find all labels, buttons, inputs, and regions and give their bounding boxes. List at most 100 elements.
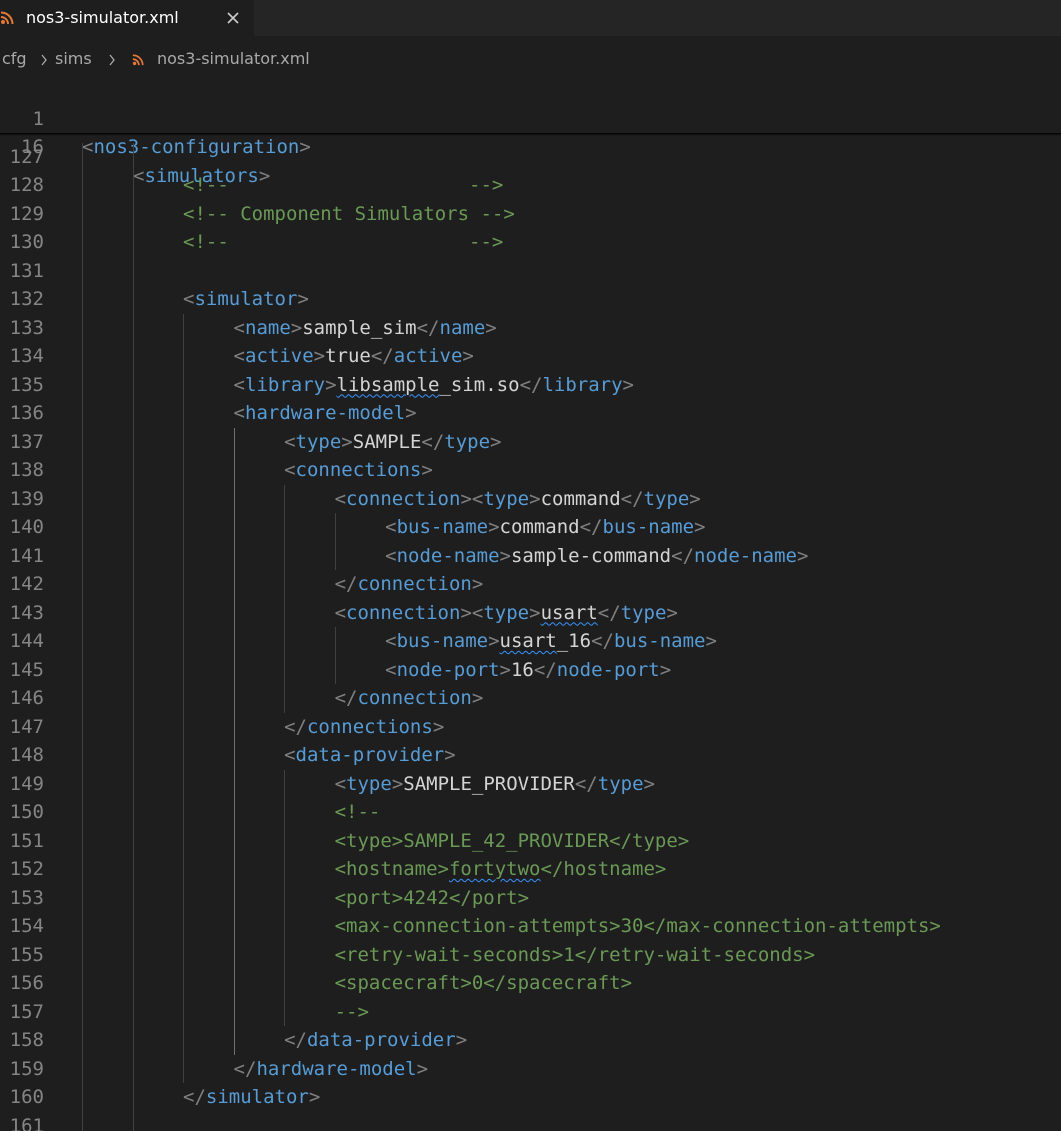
line-number: 152 — [9, 858, 44, 880]
indent-guide — [284, 484, 286, 713]
code-editor[interactable]: nos3-simulator.xml cfg sims nos3-simulat… — [0, 0, 1061, 1131]
code-line[interactable]: 133 <name>sample_sim</name> — [0, 314, 1061, 343]
code-text: --> — [334, 1000, 369, 1023]
code-text: <type>SAMPLE</type> — [284, 430, 502, 453]
code-line[interactable]: 130 <!-- --> — [0, 228, 1061, 257]
code-line[interactable]: 150 <!-- — [0, 798, 1061, 827]
code-line[interactable]: 151 <type>SAMPLE_42_PROVIDER</type> — [0, 827, 1061, 856]
code-line[interactable]: 131 — [0, 257, 1061, 286]
code-text: <spacecraft>0</spacecraft> — [334, 972, 633, 994]
code-line[interactable]: 136 <hardware-model> — [0, 399, 1061, 428]
code-line[interactable]: 147 </connections> — [0, 713, 1061, 742]
line-number: 149 — [9, 772, 44, 795]
code-line[interactable]: 145 <node-port>16</node-port> — [0, 656, 1061, 685]
line-number: 129 — [9, 202, 44, 225]
code-text: <hostname>fortytwo</hostname> — [334, 858, 667, 880]
code-text: <node-name>sample-command</node-name> — [385, 544, 809, 567]
line-number: 130 — [9, 231, 44, 253]
line-number: 146 — [9, 687, 44, 709]
editor-tab[interactable]: nos3-simulator.xml — [0, 0, 254, 36]
rss-icon — [0, 11, 14, 25]
code-line[interactable]: 153 <port>4242</port> — [0, 884, 1061, 913]
code-text: <active>true</active> — [233, 345, 474, 367]
line-number: 147 — [9, 715, 44, 738]
code-text: </connection> — [334, 573, 484, 595]
sticky-line[interactable]: 1 <nos3-configuration> — [0, 76, 1061, 159]
code-text: <library>libsample_sim.so</library> — [233, 373, 634, 396]
line-number: 139 — [9, 487, 44, 510]
indent-guide — [132, 142, 134, 1131]
line-number: 161 — [9, 1114, 44, 1131]
code-line[interactable]: 149 <type>SAMPLE_PROVIDER</type> — [0, 770, 1061, 799]
line-number: 153 — [9, 886, 44, 909]
code-line[interactable]: 146 </connection> — [0, 684, 1061, 713]
code-line[interactable]: 134 <active>true</active> — [0, 342, 1061, 371]
code-text: </simulator> — [183, 1086, 321, 1108]
sticky-scroll-shadow — [0, 133, 1061, 136]
code-line[interactable]: 139 <connection><type>command</type> — [0, 485, 1061, 514]
code-text: </hardware-model> — [233, 1057, 429, 1080]
line-number: 155 — [9, 943, 44, 966]
line-number: 148 — [9, 744, 44, 766]
code-line[interactable]: 159 </hardware-model> — [0, 1055, 1061, 1084]
indent-guide — [82, 142, 83, 1131]
code-text: <data-provider> — [284, 744, 456, 766]
code-line[interactable]: 144 <bus-name>usart_16</bus-name> — [0, 627, 1061, 656]
tab-title: nos3-simulator.xml — [26, 8, 179, 27]
chevron-right-icon — [41, 54, 47, 66]
line-number: 131 — [9, 259, 44, 282]
code-line[interactable]: 156 <spacecraft>0</spacecraft> — [0, 969, 1061, 998]
breadcrumb-item-sims[interactable]: sims — [55, 44, 92, 74]
breadcrumb-item-cfg[interactable]: cfg — [2, 44, 27, 74]
code-line[interactable]: 155 <retry-wait-seconds>1</retry-wait-sec… — [0, 941, 1061, 970]
code-text: <bus-name>usart_16</bus-name> — [385, 630, 717, 652]
code-line[interactable]: 129 <!-- Component Simulators --> — [0, 200, 1061, 229]
chevron-right-icon — [109, 54, 115, 66]
code-text: <max-connection-attempts>30</max-connect… — [334, 915, 941, 937]
code-line[interactable]: 135 <library>libsample_sim.so</library> — [0, 371, 1061, 400]
line-number: 159 — [9, 1057, 44, 1080]
code-line[interactable]: 160 </simulator> — [0, 1083, 1061, 1112]
line-number: 142 — [9, 573, 44, 595]
code-text: <name>sample_sim</name> — [233, 316, 497, 339]
code-line[interactable]: 148 <data-provider> — [0, 741, 1061, 770]
breadcrumb: cfg sims nos3-simulator.xml — [0, 44, 1061, 74]
line-number: 157 — [9, 1000, 44, 1023]
code-text: <connection><type>command</type> — [334, 487, 701, 510]
sticky-line[interactable]: 16 <simulators> — [0, 105, 1061, 187]
code-line[interactable]: 140 <bus-name>command</bus-name> — [0, 513, 1061, 542]
code-line[interactable]: 161 — [0, 1112, 1061, 1131]
code-text: <!-- Component Simulators --> — [183, 202, 515, 225]
line-number: 134 — [9, 345, 44, 367]
line-number: 127 — [9, 145, 44, 168]
code-line[interactable]: 142 </connection> — [0, 570, 1061, 599]
code-text: </connections> — [284, 715, 445, 738]
line-number: 151 — [9, 829, 44, 852]
code-text: <bus-name>command</bus-name> — [385, 516, 706, 538]
code-line[interactable]: 143 <connection><type>usart</type> — [0, 599, 1061, 628]
close-icon[interactable] — [224, 9, 242, 27]
indent-guide — [284, 769, 286, 1026]
line-number: 156 — [9, 972, 44, 994]
rss-icon — [132, 54, 144, 66]
code-line[interactable]: 152 <hostname>fortytwo</hostname> — [0, 855, 1061, 884]
code-line[interactable]: 138 <connections> — [0, 456, 1061, 485]
code-text: <simulator> — [183, 288, 309, 310]
code-line[interactable]: 137 <type>SAMPLE</type> — [0, 428, 1061, 457]
line-number: 141 — [9, 544, 44, 567]
code-line[interactable]: 128 <!-- --> — [0, 171, 1061, 200]
indent-guide — [183, 313, 185, 1083]
indent-guide — [334, 513, 336, 570]
code-line[interactable]: 154 <max-connection-attempts>30</max-conn… — [0, 912, 1061, 941]
code-line[interactable]: 158 </data-provider> — [0, 1026, 1061, 1055]
breadcrumb-item-file[interactable]: nos3-simulator.xml — [157, 44, 310, 74]
code-line[interactable]: 132 <simulator> — [0, 285, 1061, 314]
line-number: 132 — [9, 288, 44, 310]
code-text: <retry-wait-seconds>1</retry-wait-second… — [334, 943, 816, 966]
code-line[interactable]: 141 <node-name>sample-command</node-name> — [0, 542, 1061, 571]
sticky-scroll[interactable]: 1 <nos3-configuration> 16 <simulators> — [0, 76, 1061, 187]
line-number: 140 — [9, 516, 44, 538]
code-line[interactable]: 127 — [0, 143, 1061, 172]
code-line[interactable]: 157 --> — [0, 998, 1061, 1027]
code-text: <node-port>16</node-port> — [385, 658, 672, 681]
